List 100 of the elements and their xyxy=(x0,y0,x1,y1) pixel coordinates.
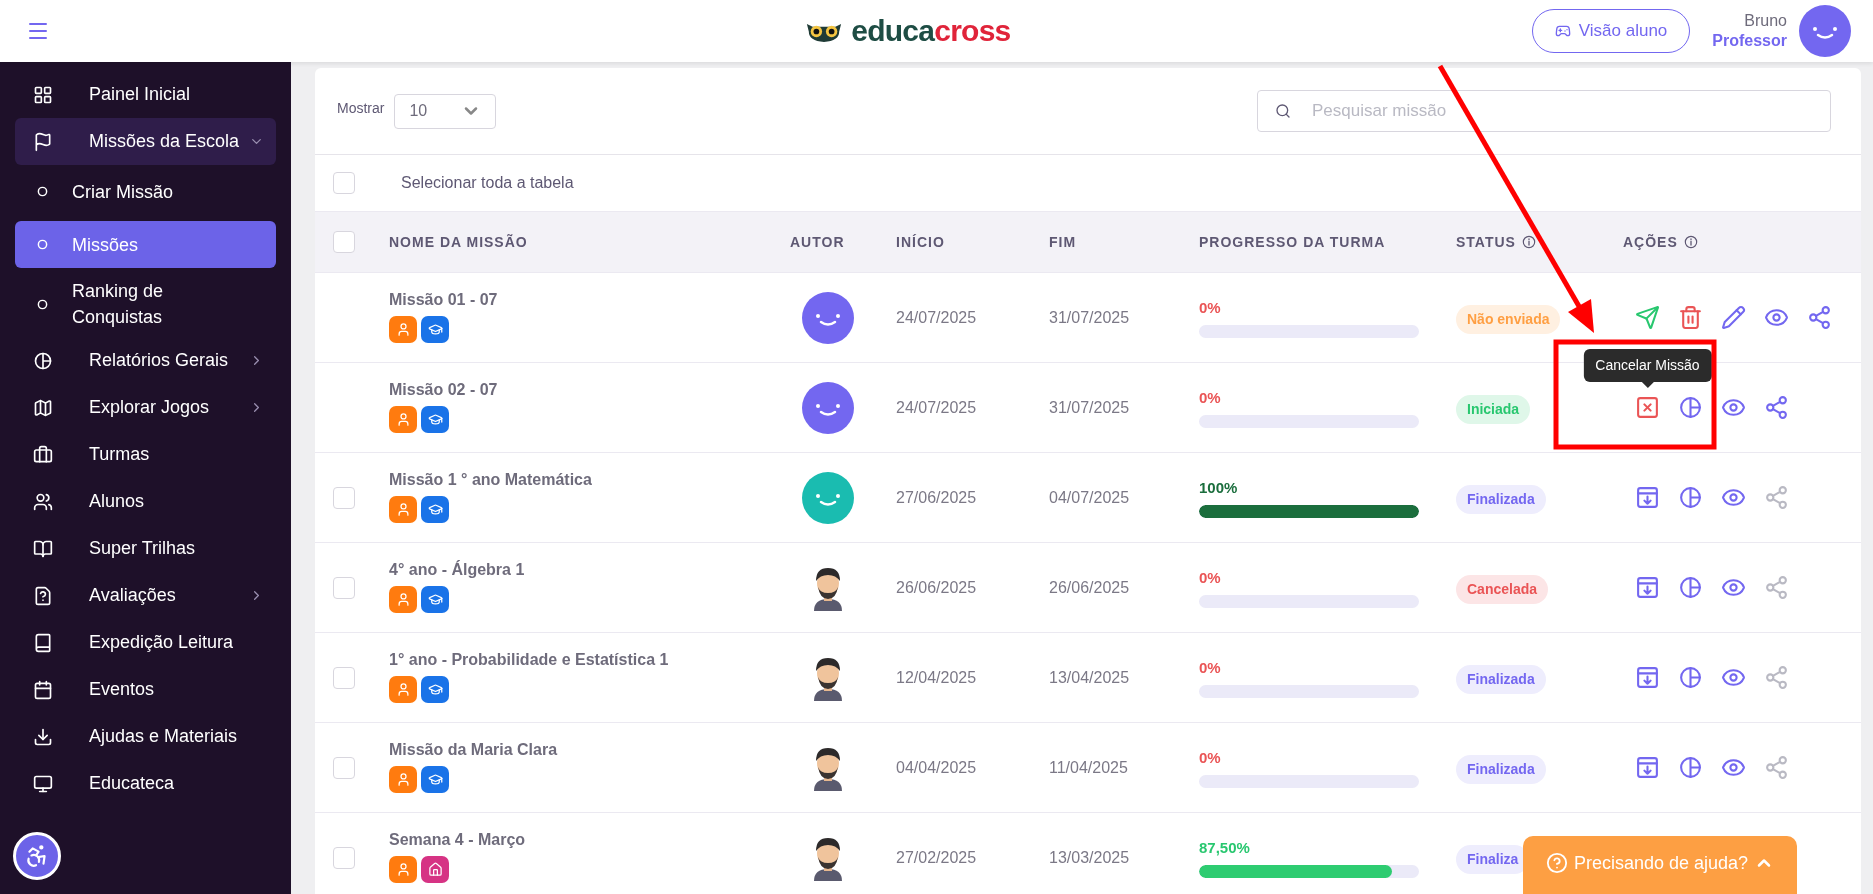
search-field[interactable]: Pesquisar missão xyxy=(1257,90,1831,132)
sidebar-subitem[interactable]: Missões xyxy=(15,221,276,268)
progress-value: 0% xyxy=(1199,747,1222,768)
start-date: 04/04/2025 xyxy=(896,757,978,778)
search-icon xyxy=(1275,103,1291,119)
calendar-icon xyxy=(33,679,53,700)
briefcase-icon xyxy=(33,444,53,465)
sidebar-group[interactable]: Avaliações xyxy=(15,572,276,619)
sidebar-group[interactable]: Explorar Jogos xyxy=(15,384,276,431)
status-badge: Finalizada xyxy=(1456,665,1546,694)
graduation-cap-icon xyxy=(421,496,449,523)
column-header: STATUS xyxy=(1456,232,1516,252)
start-date: 24/07/2025 xyxy=(896,397,978,418)
progress-value: 87,50% xyxy=(1199,837,1251,858)
accessibility-button[interactable] xyxy=(13,832,61,880)
graduation-cap-icon xyxy=(421,406,449,433)
grid-icon xyxy=(33,84,53,105)
end-date: 13/04/2025 xyxy=(1049,667,1131,688)
person-icon xyxy=(389,496,417,523)
status-badge: Não enviada xyxy=(1456,305,1561,334)
checkbox[interactable] xyxy=(333,231,355,253)
open-book-icon xyxy=(33,538,53,559)
start-date: 27/06/2025 xyxy=(896,487,978,508)
select-all-label: Selecionar toda a tabela xyxy=(401,173,574,193)
column-header: PROGRESSO DA TURMA xyxy=(1199,232,1386,252)
book-icon xyxy=(33,632,53,653)
end-date: 04/07/2025 xyxy=(1049,487,1131,508)
progress-value: 100% xyxy=(1199,477,1239,498)
circle-icon xyxy=(37,239,48,250)
mission-name: 4° ano - Álgebra 1 xyxy=(389,559,526,580)
graduation-cap-icon xyxy=(421,766,449,793)
checkbox[interactable] xyxy=(333,666,355,689)
progress-value: 0% xyxy=(1199,657,1222,678)
graduation-cap-icon xyxy=(421,586,449,613)
sidebar-subitem[interactable]: Ranking de Conquistas xyxy=(15,274,276,334)
sidebar-item[interactable]: Painel Inicial xyxy=(15,71,276,118)
end-date: 26/06/2025 xyxy=(1049,577,1131,598)
status-badge: Cancelada xyxy=(1456,575,1549,604)
end-date: 31/07/2025 xyxy=(1049,307,1131,328)
page-size-select[interactable]: 10 xyxy=(394,93,497,129)
help-icon xyxy=(1545,852,1568,874)
download-icon xyxy=(33,726,53,747)
info-icon xyxy=(1521,235,1536,249)
mission-name: Missão 01 - 07 xyxy=(389,290,499,310)
status-badge: Finalizada xyxy=(1456,755,1546,784)
info-icon xyxy=(1683,235,1698,249)
sidebar-group[interactable]: Missões da Escola xyxy=(15,118,276,165)
sidebar-item[interactable]: Educateca xyxy=(15,760,276,807)
column-header: AÇÕES xyxy=(1623,232,1678,252)
person-icon xyxy=(389,676,417,703)
end-date: 31/07/2025 xyxy=(1049,397,1131,418)
person-icon xyxy=(389,856,417,883)
checkbox[interactable] xyxy=(333,846,355,869)
checkbox[interactable] xyxy=(333,172,355,194)
user-name: Bruno xyxy=(1744,11,1787,31)
logo-text: educacross xyxy=(851,16,1011,46)
sidebar-subitem[interactable]: Criar Missão xyxy=(15,168,276,215)
column-header: FIM xyxy=(1049,232,1077,252)
joystick-icon xyxy=(1554,23,1571,39)
mission-name: 1° ano - Probabilidade e Estatística 1 xyxy=(389,650,670,670)
checkbox[interactable] xyxy=(333,756,355,779)
progress-value: 0% xyxy=(1199,567,1222,588)
start-date: 24/07/2025 xyxy=(896,307,978,328)
circle-icon xyxy=(37,186,48,197)
mission-name: Semana 4 - Março xyxy=(389,830,527,850)
person-icon xyxy=(389,406,417,433)
mission-name: Missão da Maria Clara xyxy=(389,740,559,760)
checkbox[interactable] xyxy=(333,576,355,599)
start-date: 12/04/2025 xyxy=(896,667,978,688)
mission-name: Missão 02 - 07 xyxy=(389,380,499,400)
sidebar-item[interactable]: Super Trilhas xyxy=(15,525,276,572)
question-document-icon xyxy=(33,585,53,606)
sidebar-item[interactable]: Alunos xyxy=(15,478,276,525)
status-badge: Finalizada xyxy=(1456,485,1546,514)
column-header: INÍCIO xyxy=(896,232,945,252)
end-date: 11/04/2025 xyxy=(1049,757,1129,778)
pencil-button[interactable] xyxy=(1719,303,1748,332)
sidebar-item[interactable]: Turmas xyxy=(15,431,276,478)
column-header: NOME DA MISSÃO xyxy=(389,232,528,252)
show-label: Mostrar xyxy=(337,98,385,118)
graduation-cap-icon xyxy=(421,316,449,343)
sidebar-group[interactable]: Relatórios Gerais xyxy=(15,337,276,384)
users-icon xyxy=(33,491,53,512)
sidebar-item[interactable]: Ajudas e Materiais xyxy=(15,713,276,760)
progress-value: 0% xyxy=(1199,297,1222,318)
person-icon xyxy=(389,586,417,613)
circle-icon xyxy=(37,298,48,310)
status-badge: Iniciada xyxy=(1456,395,1531,424)
column-header: AUTOR xyxy=(790,232,845,252)
tooltip: Cancelar Missão xyxy=(1583,349,1712,388)
progress-value: 0% xyxy=(1199,387,1222,408)
person-icon xyxy=(389,316,417,343)
send-button[interactable] xyxy=(1633,303,1662,332)
sidebar-item[interactable]: Eventos xyxy=(15,666,276,713)
flag-icon xyxy=(33,131,53,152)
person-icon xyxy=(389,766,417,793)
monitor-icon xyxy=(33,773,53,794)
map-icon xyxy=(33,397,53,418)
sidebar-item[interactable]: Expedição Leitura xyxy=(15,619,276,666)
checkbox[interactable] xyxy=(333,486,355,509)
